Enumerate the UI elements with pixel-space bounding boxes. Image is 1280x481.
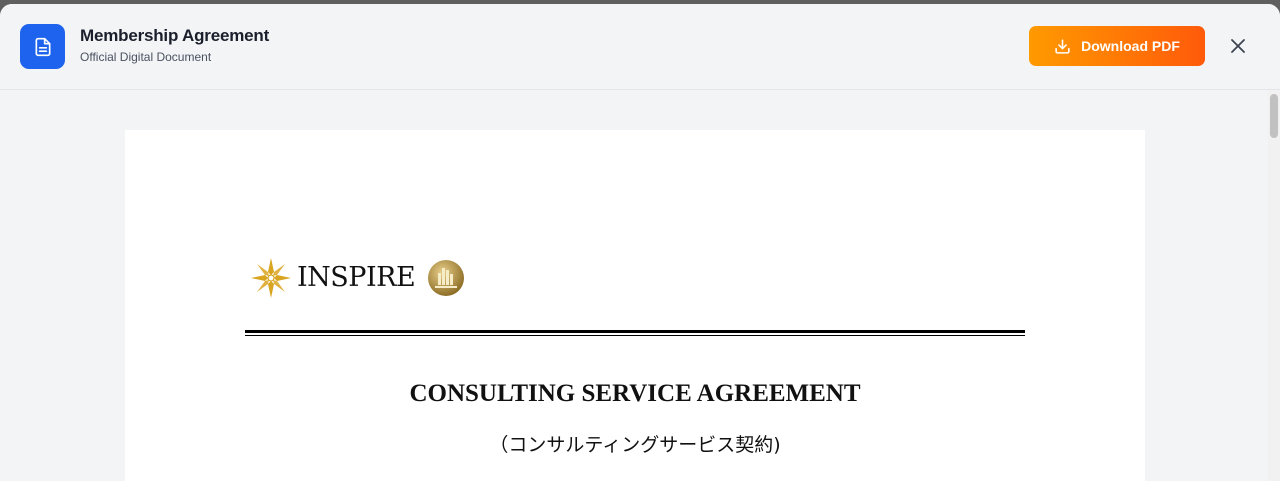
modal-title: Membership Agreement <box>80 26 270 45</box>
scrollbar-thumb[interactable] <box>1270 94 1278 138</box>
close-icon <box>1231 39 1245 53</box>
download-icon <box>1055 38 1070 54</box>
inspire-logo: INSPIRE <box>249 256 479 300</box>
document-modal: Membership Agreement Official Digital Do… <box>0 4 1280 481</box>
document-icon <box>20 24 65 69</box>
header-rule-thick <box>245 330 1025 333</box>
document-viewer[interactable]: INSPIRE CONSULTING SERVICE AGREEMENT （コン… <box>0 90 1268 481</box>
agreement-title: CONSULTING SERVICE AGREEMENT <box>409 380 861 407</box>
download-pdf-button[interactable]: Download PDF <box>1029 26 1205 66</box>
modal-subtitle: Official Digital Document <box>80 50 212 64</box>
close-button[interactable] <box>1224 32 1252 60</box>
vertical-scrollbar[interactable] <box>1268 90 1280 481</box>
logo-text: INSPIRE <box>297 262 416 293</box>
document-page: INSPIRE CONSULTING SERVICE AGREEMENT （コン… <box>125 130 1145 481</box>
download-button-label: Download PDF <box>1081 38 1180 54</box>
logo-star-icon <box>251 258 291 298</box>
logo-emblem-icon <box>428 260 464 296</box>
modal-header: Membership Agreement Official Digital Do… <box>0 4 1280 90</box>
agreement-subtitle: （コンサルティングサービス契約) <box>489 434 781 456</box>
header-rule-thin <box>245 335 1025 336</box>
